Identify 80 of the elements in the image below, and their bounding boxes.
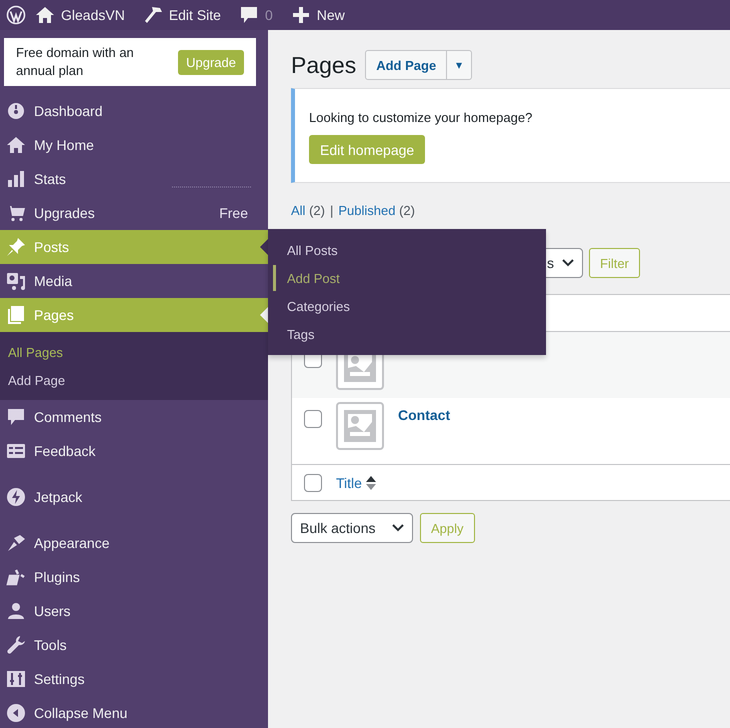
paintbrush-icon xyxy=(6,533,26,553)
bolt-icon xyxy=(6,487,26,507)
page-title: Pages xyxy=(291,52,356,78)
submenu-item[interactable]: All Pages xyxy=(0,338,268,366)
flyout-menu-item[interactable]: Add Post xyxy=(268,264,546,292)
bulk-actions-select[interactable]: Bulk actions xyxy=(291,513,413,543)
admin-bar-label: GleadsVN xyxy=(61,7,125,23)
sidebar-menu-item[interactable]: Media xyxy=(0,264,268,298)
menu-label: Tools xyxy=(34,637,67,653)
filter-link[interactable]: All (2) xyxy=(291,203,325,218)
sidebar-menu-item[interactable]: Comments xyxy=(0,400,268,434)
admin-bar-label: 0 xyxy=(264,7,273,23)
wordpress-logo-icon[interactable] xyxy=(6,5,26,25)
sidebar-menu-item[interactable]: Stats xyxy=(0,162,268,196)
collapse-icon xyxy=(6,703,26,723)
menu-label: Dashboard xyxy=(34,103,102,119)
menu-label: Plugins xyxy=(34,569,80,585)
menu-label: Upgrades xyxy=(34,205,95,221)
submenu-item[interactable]: Add Page xyxy=(0,366,268,394)
media-icon xyxy=(6,271,26,291)
sidebar-menu-item[interactable]: Dashboard xyxy=(0,94,268,128)
menu-label: Feedback xyxy=(34,443,96,459)
admin-bar-label: New xyxy=(316,7,345,23)
add-page-button[interactable]: Add Page xyxy=(365,50,448,80)
speech-bubble-icon xyxy=(6,407,26,427)
free-label: Free xyxy=(219,205,248,221)
menu-label: My Home xyxy=(34,137,94,153)
sliders-icon xyxy=(6,669,26,689)
menu-label: Settings xyxy=(34,671,85,687)
admin-bar-item[interactable]: New xyxy=(282,0,354,30)
sidebar-menu-item[interactable]: Collapse Menu xyxy=(0,696,268,728)
dashboard-icon xyxy=(6,101,26,121)
banner-text: Free domain with an annual plan xyxy=(16,44,135,80)
wrench-icon xyxy=(6,635,26,655)
sidebar-menu-item[interactable]: Feedback xyxy=(0,434,268,468)
notice-text: Looking to customize your homepage? xyxy=(309,110,534,125)
pages-icon xyxy=(6,305,26,325)
menu-label: Appearance xyxy=(34,535,110,551)
menu-label: Users xyxy=(34,603,71,619)
admin-bar-label: Edit Site xyxy=(168,7,221,23)
filter-link[interactable]: Published (2) xyxy=(338,203,415,218)
menu-label: Comments xyxy=(34,409,102,425)
form-icon xyxy=(6,441,26,461)
page-title-link[interactable]: Contact xyxy=(398,407,450,464)
sidebar-menu-item[interactable]: Upgrades Free xyxy=(0,196,268,230)
menu-label: Collapse Menu xyxy=(34,705,128,721)
pin-icon xyxy=(6,237,26,257)
menu-label: Stats xyxy=(34,171,66,187)
flyout-menu-item[interactable]: All Posts xyxy=(268,236,546,264)
flyout-menu-item[interactable]: Tags xyxy=(268,320,546,348)
speech-bubble-icon xyxy=(238,5,259,25)
chevron-down-icon xyxy=(392,524,404,532)
admin-bar-item[interactable]: Edit Site xyxy=(134,0,230,30)
user-icon xyxy=(6,601,26,621)
row-checkbox[interactable] xyxy=(304,410,322,428)
sidebar-menu-item[interactable]: Tools xyxy=(0,628,268,662)
plus-icon xyxy=(290,5,311,25)
select-all-checkbox[interactable] xyxy=(304,474,322,492)
menu-label: Posts xyxy=(34,239,70,255)
sidebar-menu-item[interactable]: My Home xyxy=(0,128,268,162)
dropdown-button[interactable]: ▾ xyxy=(447,50,472,80)
sidebar-menu-item[interactable]: Jetpack xyxy=(0,480,268,514)
sidebar-menu-item[interactable]: Users xyxy=(0,594,268,628)
home-icon xyxy=(6,135,26,155)
menu-label: Pages xyxy=(34,307,74,323)
bar-chart-icon xyxy=(6,169,26,189)
image-placeholder-icon xyxy=(336,402,384,450)
flyout-menu-item[interactable]: Categories xyxy=(268,292,546,320)
hammer-icon xyxy=(142,5,163,25)
separator: | xyxy=(330,203,334,218)
chevron-down-icon xyxy=(562,259,574,267)
title-column-header[interactable]: Title xyxy=(336,474,362,490)
sidebar-menu-item[interactable]: Plugins xyxy=(0,560,268,594)
home-icon xyxy=(35,5,55,25)
admin-bar-item[interactable]: GleadsVN xyxy=(26,0,134,30)
sort-icon[interactable] xyxy=(366,476,376,490)
sidebar-menu-item[interactable]: Appearance xyxy=(0,526,268,560)
menu-label: Jetpack xyxy=(34,489,82,505)
menu-label: Media xyxy=(34,273,72,289)
sidebar-menu-item[interactable]: Settings xyxy=(0,662,268,696)
